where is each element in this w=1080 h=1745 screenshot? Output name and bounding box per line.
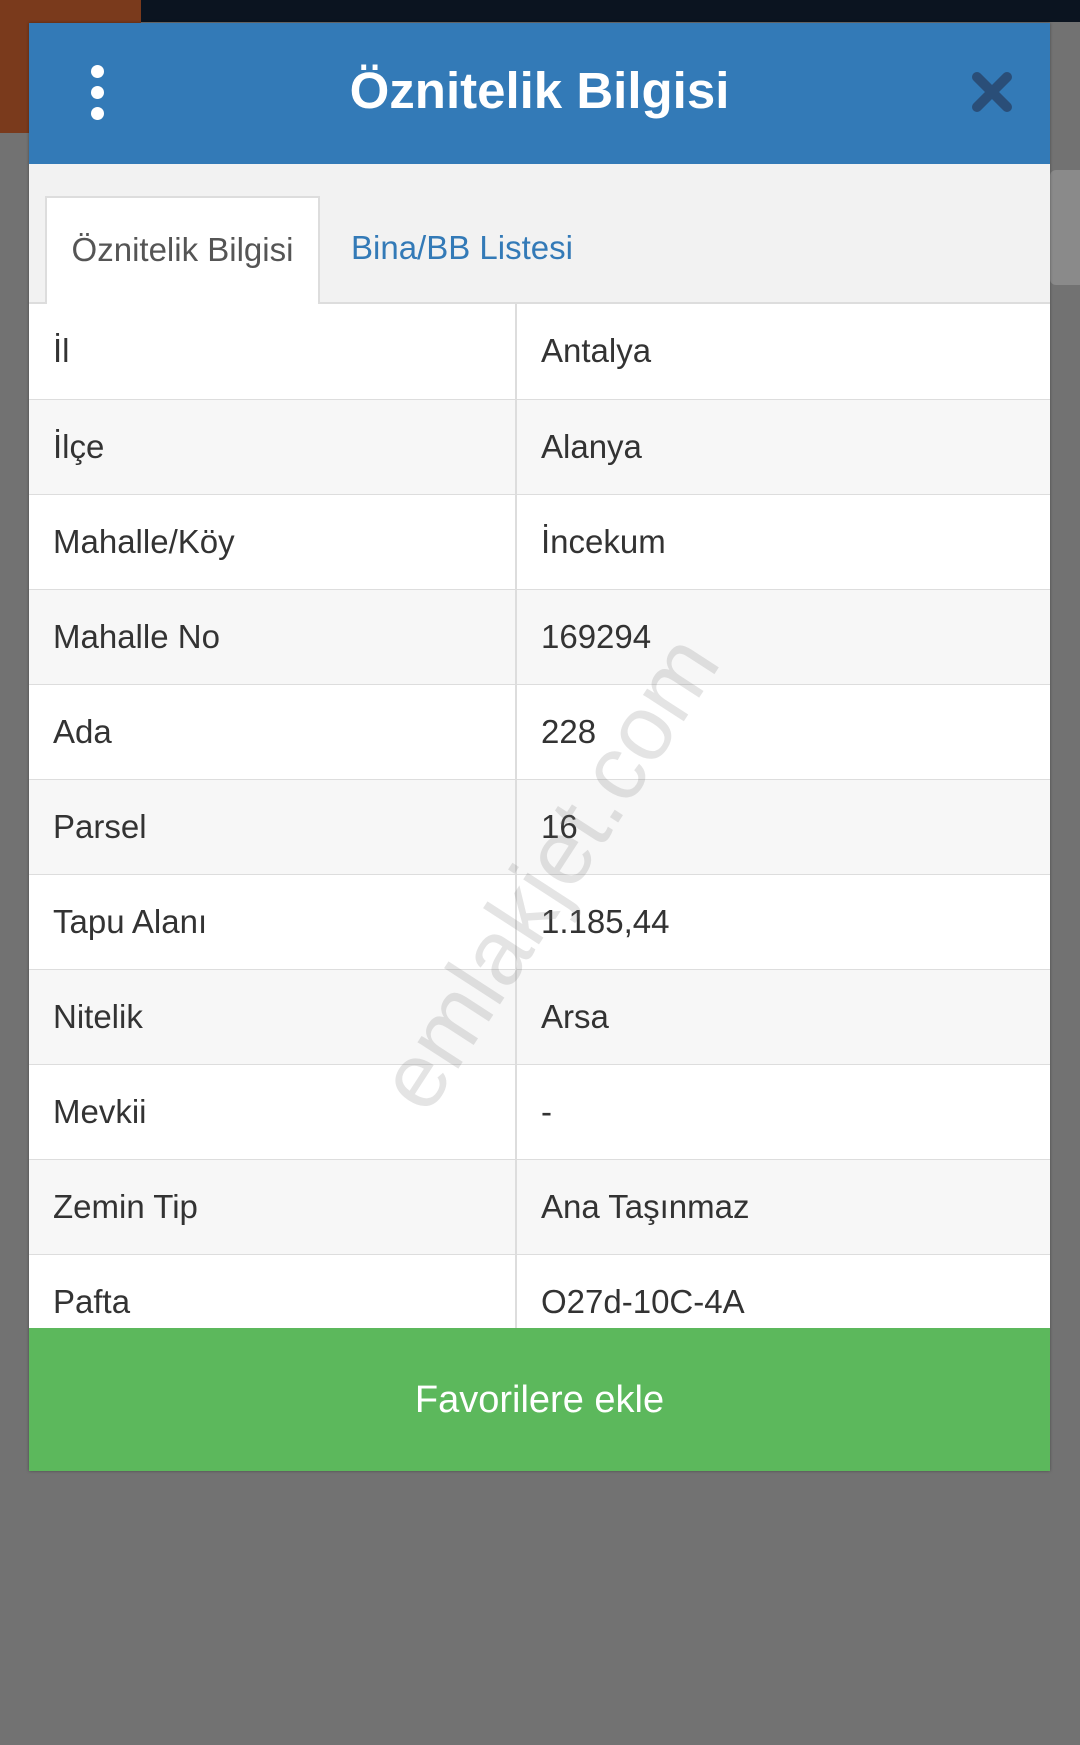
row-label: İl xyxy=(29,304,517,400)
attribute-table: İl Antalya İlçe Alanya Mahalle/Köy İncek… xyxy=(29,304,1050,1350)
dialog-title: Öznitelik Bilgisi xyxy=(349,62,730,119)
row-label: Ada xyxy=(29,684,517,780)
row-label: Parsel xyxy=(29,779,517,875)
tab-bar: Öznitelik Bilgisi Bina/BB Listesi xyxy=(29,164,1050,304)
row-value: 169294 xyxy=(516,589,1050,685)
row-value: Ana Taşınmaz xyxy=(516,1159,1050,1255)
row-value: İncekum xyxy=(516,494,1050,590)
table-row: Parsel 16 xyxy=(29,779,1050,875)
table-row: Zemin Tip Ana Taşınmaz xyxy=(29,1159,1050,1255)
row-value: 1.185,44 xyxy=(516,874,1050,970)
background-side-panel xyxy=(1050,170,1080,285)
table-row: İlçe Alanya xyxy=(29,399,1050,495)
row-value: Arsa xyxy=(516,969,1050,1065)
vertical-dots-menu-icon[interactable] xyxy=(83,65,111,121)
row-label: Zemin Tip xyxy=(29,1159,517,1255)
table-row: Tapu Alanı 1.185,44 xyxy=(29,874,1050,970)
table-row: Nitelik Arsa xyxy=(29,969,1050,1065)
close-icon[interactable] xyxy=(971,71,1013,113)
row-value: - xyxy=(516,1064,1050,1160)
table-row: İl Antalya xyxy=(29,304,1050,400)
table-row: Ada 228 xyxy=(29,684,1050,780)
row-label: Tapu Alanı xyxy=(29,874,517,970)
row-value: Antalya xyxy=(516,304,1050,400)
table-row: Mahalle/Köy İncekum xyxy=(29,494,1050,590)
row-label: İlçe xyxy=(29,399,517,495)
attribute-info-dialog: Öznitelik Bilgisi Öznitelik Bilgisi Bina… xyxy=(29,23,1050,1471)
row-label: Mevkii xyxy=(29,1064,517,1160)
row-value: Alanya xyxy=(516,399,1050,495)
row-value: 228 xyxy=(516,684,1050,780)
tab-attribute-info[interactable]: Öznitelik Bilgisi xyxy=(45,196,320,304)
row-label: Mahalle/Köy xyxy=(29,494,517,590)
background-status-bar xyxy=(0,0,1080,22)
tab-building-list[interactable]: Bina/BB Listesi xyxy=(351,196,651,304)
row-value: 16 xyxy=(516,779,1050,875)
add-to-favorites-button[interactable]: Favorilere ekle xyxy=(29,1328,1050,1471)
dialog-header: Öznitelik Bilgisi xyxy=(29,23,1050,164)
row-label: Nitelik xyxy=(29,969,517,1065)
table-row: Mevkii - xyxy=(29,1064,1050,1160)
row-label: Mahalle No xyxy=(29,589,517,685)
table-row: Mahalle No 169294 xyxy=(29,589,1050,685)
